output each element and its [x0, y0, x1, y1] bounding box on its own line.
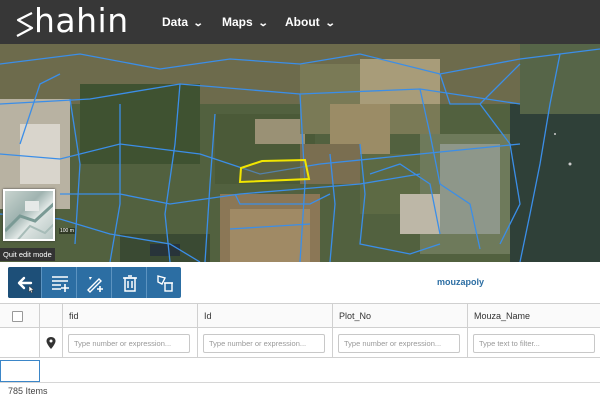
logo-text: hahin: [34, 1, 129, 40]
select-all-cell: [0, 304, 40, 327]
nav-about-label: About: [285, 15, 320, 29]
add-row-button[interactable]: [43, 267, 77, 298]
column-header-label: Id: [204, 311, 212, 321]
filter-cell-mouza-name: [468, 328, 600, 357]
map-scale-mark: 100 m: [59, 228, 75, 234]
delete-button[interactable]: [113, 267, 147, 298]
filter-row: [0, 328, 600, 358]
logo-s-mark-icon: [16, 12, 34, 37]
map-view[interactable]: 100 m Quit edit mode: [0, 44, 600, 262]
filter-empty-cell: [0, 328, 40, 357]
filter-cell-plot-no: [333, 328, 468, 357]
basemap-switcher[interactable]: [3, 189, 55, 241]
nav-data-label: Data: [162, 15, 189, 29]
filter-cell-fid: [63, 328, 198, 357]
filter-input-fid[interactable]: [68, 334, 190, 353]
filter-input-mouza-name[interactable]: [473, 334, 595, 353]
draw-feature-button[interactable]: [78, 267, 112, 298]
column-header-fid[interactable]: fid: [63, 304, 198, 327]
delete-geometry-button[interactable]: [148, 267, 182, 298]
column-header-label: fid: [69, 311, 79, 321]
filter-input-plot-no[interactable]: [338, 334, 460, 353]
column-header-mouza-name[interactable]: Mouza_Name: [468, 304, 600, 327]
satellite-imagery: [0, 44, 600, 262]
chevron-down-icon: ⌄: [192, 18, 204, 29]
back-button[interactable]: [8, 267, 42, 298]
column-header-label: Mouza_Name: [474, 311, 531, 321]
table-header-row: fid Id Plot_No Mouza_Name: [0, 303, 600, 328]
selected-cell[interactable]: [0, 360, 40, 382]
filter-input-id[interactable]: [203, 334, 325, 353]
select-all-checkbox[interactable]: [12, 311, 23, 322]
column-header-label: Plot_No: [339, 311, 372, 321]
draw-feature-icon: [86, 276, 103, 293]
column-header-plot-no[interactable]: Plot_No: [333, 304, 468, 327]
app-logo[interactable]: hahin: [14, 1, 154, 42]
filter-cell-id: [198, 328, 333, 357]
layer-title: mouzapoly: [437, 277, 485, 287]
delete-geometry-icon: [157, 274, 173, 292]
nav-maps-label: Maps: [222, 15, 253, 29]
chevron-down-icon: ⌄: [324, 18, 336, 29]
basemap-thumbnail-image: [5, 201, 53, 239]
add-row-icon: [51, 275, 69, 292]
top-navbar: hahin Data ⌄ Maps ⌄ About ⌄: [0, 0, 600, 44]
nav-about-menu[interactable]: About ⌄: [285, 0, 336, 44]
quit-edit-mode-label[interactable]: Quit edit mode: [0, 248, 55, 261]
back-arrow-icon: [17, 276, 34, 293]
trash-icon: [122, 274, 137, 292]
zoom-filter-cell: [40, 328, 63, 357]
items-count: 785 Items: [8, 386, 48, 396]
edit-toolbar: [8, 267, 181, 298]
map-pin-icon[interactable]: [45, 336, 57, 350]
column-header-id[interactable]: Id: [198, 304, 333, 327]
footer-divider: [0, 382, 600, 383]
chevron-down-icon: ⌄: [257, 18, 269, 29]
nav-maps-menu[interactable]: Maps ⌄: [222, 0, 269, 44]
nav-data-menu[interactable]: Data ⌄: [162, 0, 204, 44]
zoom-column-header: [40, 304, 63, 327]
